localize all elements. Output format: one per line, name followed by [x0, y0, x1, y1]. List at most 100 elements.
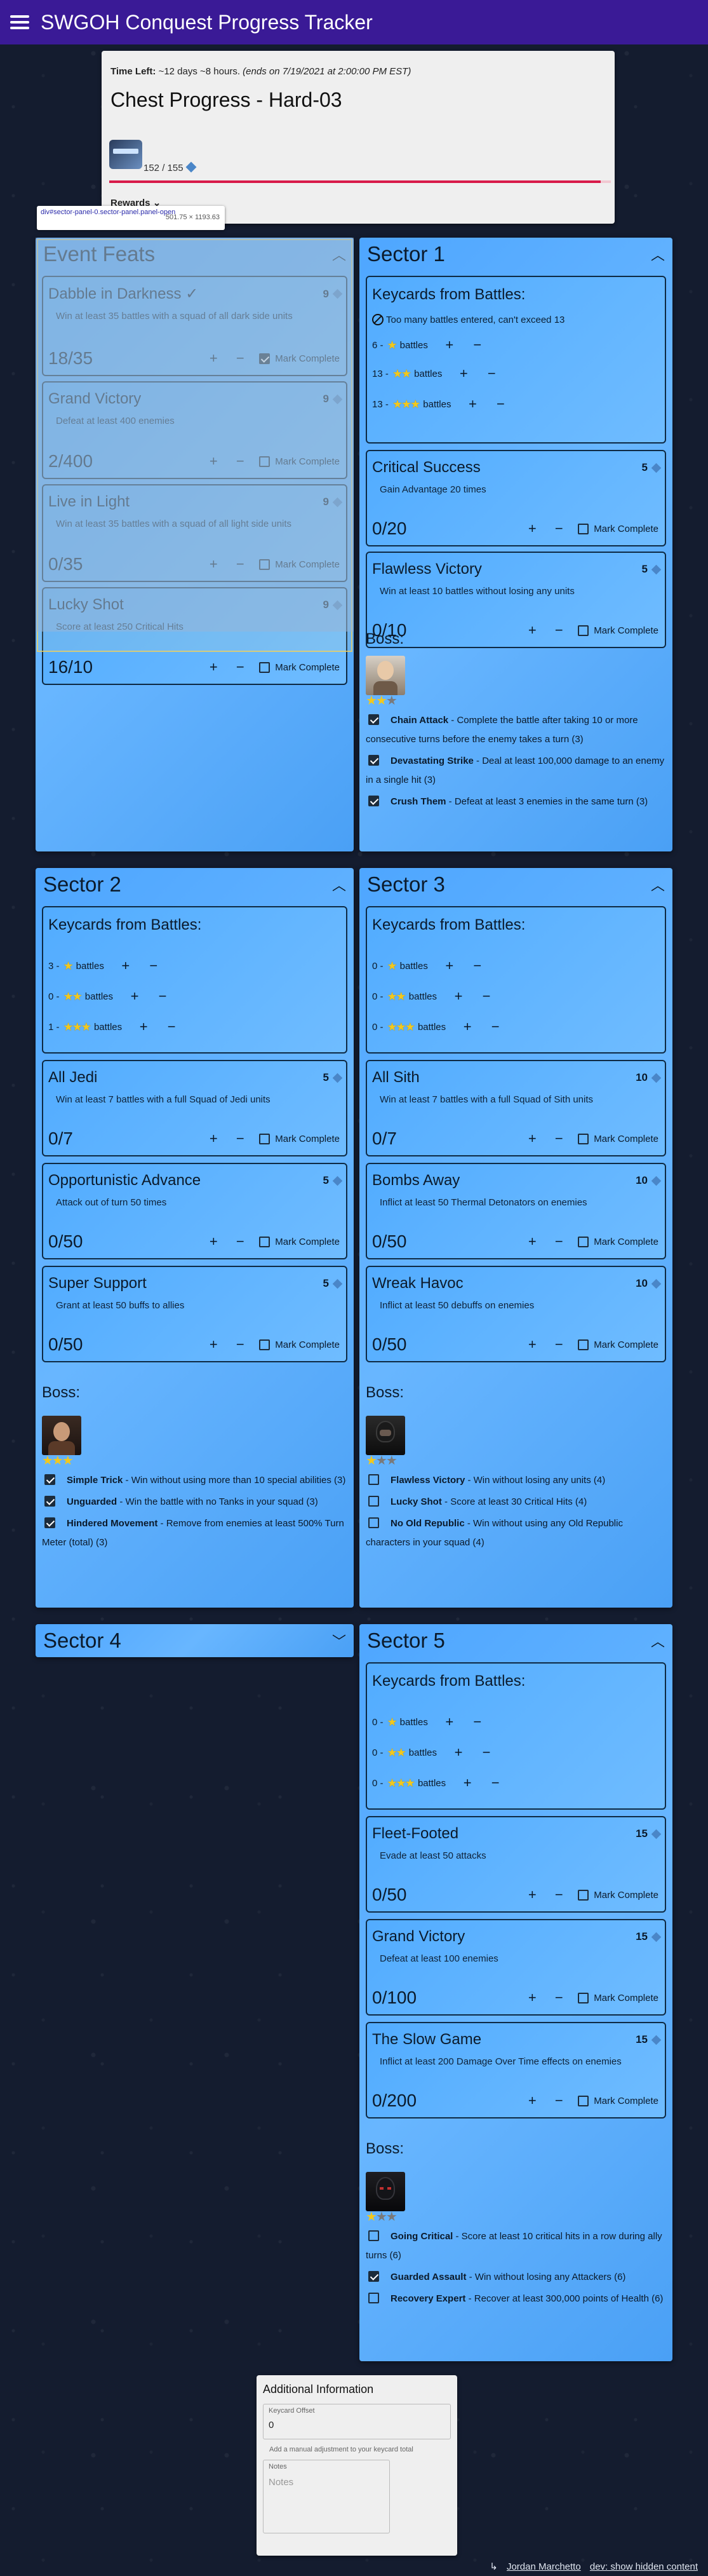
mark-complete-checkbox[interactable] — [578, 523, 589, 534]
minus-button[interactable]: − — [471, 337, 484, 353]
plus-button[interactable]: + — [461, 1775, 474, 1791]
plus-button[interactable]: + — [524, 1130, 540, 1147]
sector-4-panel[interactable]: Sector 4 ﹀ — [36, 1624, 354, 1657]
plus-button[interactable]: + — [457, 365, 470, 382]
feat-progress: 0/50 — [372, 1334, 407, 1354]
feat-title: Opportunistic Advance — [48, 1172, 201, 1189]
plus-button[interactable]: + — [443, 1714, 456, 1730]
minus-button[interactable]: − — [156, 988, 169, 1005]
chevron-up-icon[interactable]: ︿ — [651, 1630, 665, 1651]
plus-button[interactable]: + — [443, 958, 456, 974]
boss-section: Boss: ★★★ Going Critical - Score at leas… — [366, 2140, 666, 2308]
plus-button[interactable]: + — [128, 988, 141, 1005]
minus-button[interactable]: − — [551, 1130, 566, 1147]
minus-button[interactable]: − — [232, 1233, 248, 1250]
mark-complete-checkbox[interactable] — [259, 661, 271, 673]
plus-button[interactable]: + — [524, 1233, 540, 1250]
boss-section: Boss: ★★★ Chain Attack - Complete the ba… — [366, 630, 666, 811]
minus-button[interactable]: − — [551, 2092, 566, 2109]
minus-button[interactable]: − — [551, 1887, 566, 1903]
minus-button[interactable]: − — [551, 1990, 566, 2006]
minus-button[interactable]: − — [480, 988, 493, 1005]
boss-feat-checkbox[interactable] — [368, 1474, 379, 1485]
keycard-icon — [332, 1176, 343, 1186]
minus-button[interactable]: − — [551, 1336, 566, 1353]
menu-icon[interactable] — [10, 15, 29, 29]
plus-button[interactable]: + — [206, 659, 221, 675]
plus-button[interactable]: + — [206, 1130, 221, 1147]
boss-feat-checkbox[interactable] — [368, 714, 379, 725]
mark-complete-label: Mark Complete — [275, 1236, 340, 1247]
boss-title: Boss: — [366, 1384, 404, 1401]
feat-progress: 0/50 — [372, 1231, 407, 1251]
mark-complete-checkbox[interactable] — [578, 2095, 589, 2106]
plus-button[interactable]: + — [119, 958, 132, 974]
boss-feat-checkbox[interactable] — [368, 796, 379, 806]
chevron-up-icon[interactable]: ︿ — [332, 874, 346, 895]
minus-button[interactable]: − — [165, 1019, 178, 1035]
minus-button[interactable]: − — [480, 1744, 493, 1761]
plus-button[interactable]: + — [137, 1019, 150, 1035]
keycard-offset-field[interactable]: Keycard Offset 0 — [263, 2404, 451, 2439]
minus-button[interactable]: − — [232, 1130, 248, 1147]
feat-card: All Sith 10 Win at least 7 battles with a… — [366, 1060, 666, 1156]
mark-complete-checkbox[interactable] — [259, 1339, 271, 1350]
feat-desc: Evade at least 50 attacks — [380, 1850, 486, 1861]
notes-field[interactable]: Notes Notes — [263, 2460, 390, 2533]
plus-button[interactable]: + — [524, 2092, 540, 2109]
mark-complete-checkbox[interactable] — [578, 1339, 589, 1350]
minus-button[interactable]: − — [494, 396, 507, 412]
plus-button[interactable]: + — [524, 520, 540, 537]
boss-feat-checkbox[interactable] — [368, 2230, 379, 2241]
plus-button[interactable]: + — [524, 1887, 540, 1903]
chevron-up-icon[interactable]: ︿ — [651, 874, 665, 895]
plus-button[interactable]: + — [524, 1336, 540, 1353]
mark-complete-checkbox[interactable] — [578, 1992, 589, 2003]
chevron-down-icon[interactable]: ﹀ — [332, 1630, 346, 1651]
chest-count: 152 / 155 — [144, 161, 197, 173]
mark-complete-checkbox[interactable] — [578, 1133, 589, 1144]
boss-feat-checkbox[interactable] — [368, 1496, 379, 1507]
plus-button[interactable]: + — [452, 1744, 465, 1761]
minus-button[interactable]: − — [232, 1336, 248, 1353]
boss-portrait — [42, 1416, 81, 1455]
minus-button[interactable]: − — [471, 1714, 484, 1730]
mark-complete-checkbox[interactable] — [578, 1236, 589, 1247]
boss-feat-checkbox[interactable] — [368, 1517, 379, 1528]
boss-feat-checkbox[interactable] — [368, 2293, 379, 2303]
minus-button[interactable]: − — [489, 1019, 502, 1035]
minus-button[interactable]: − — [489, 1775, 502, 1791]
minus-button[interactable]: − — [471, 958, 484, 974]
plus-button[interactable]: + — [452, 988, 465, 1005]
minus-button[interactable]: − — [147, 958, 160, 974]
mark-complete-checkbox[interactable] — [259, 1133, 271, 1144]
plus-button[interactable]: + — [524, 1990, 540, 2006]
plus-button[interactable]: + — [443, 337, 456, 353]
minus-button[interactable]: − — [551, 1233, 566, 1250]
boss-title: Boss: — [366, 2140, 404, 2157]
chevron-up-icon[interactable]: ︿ — [651, 244, 665, 264]
plus-button[interactable]: + — [206, 1233, 221, 1250]
show-hidden-link[interactable]: dev: show hidden content — [590, 2561, 698, 2572]
keycard-row: 3 - ★ battles + − — [48, 951, 341, 981]
boss-feat-checkbox[interactable] — [368, 2271, 379, 2282]
mark-complete-checkbox[interactable] — [578, 1889, 589, 1901]
boss-feat-checkbox[interactable] — [44, 1496, 55, 1507]
chest-title: Chest Progress - Hard-03 — [110, 88, 342, 111]
minus-button[interactable]: − — [485, 365, 498, 382]
plus-button[interactable]: + — [461, 1019, 474, 1035]
author-link[interactable]: Jordan Marchetto — [507, 2561, 581, 2572]
mark-complete-checkbox[interactable] — [259, 1236, 271, 1247]
plus-button[interactable]: + — [206, 1336, 221, 1353]
keycard-row: 6 - ★ battles + − — [372, 332, 660, 358]
plus-button[interactable]: + — [466, 396, 479, 412]
boss-feat-checkbox[interactable] — [44, 1517, 55, 1528]
boss-feat-checkbox[interactable] — [44, 1474, 55, 1485]
star-icon: ★★ — [392, 367, 411, 380]
feat-desc: Win at least 10 battles without losing a… — [380, 586, 575, 597]
minus-button[interactable]: − — [232, 659, 248, 675]
minus-button[interactable]: − — [551, 520, 566, 537]
keycard-icon — [332, 1073, 343, 1083]
boss-feat: Crush Them - Defeat at least 3 enemies i… — [366, 792, 666, 811]
boss-feat-checkbox[interactable] — [368, 755, 379, 766]
